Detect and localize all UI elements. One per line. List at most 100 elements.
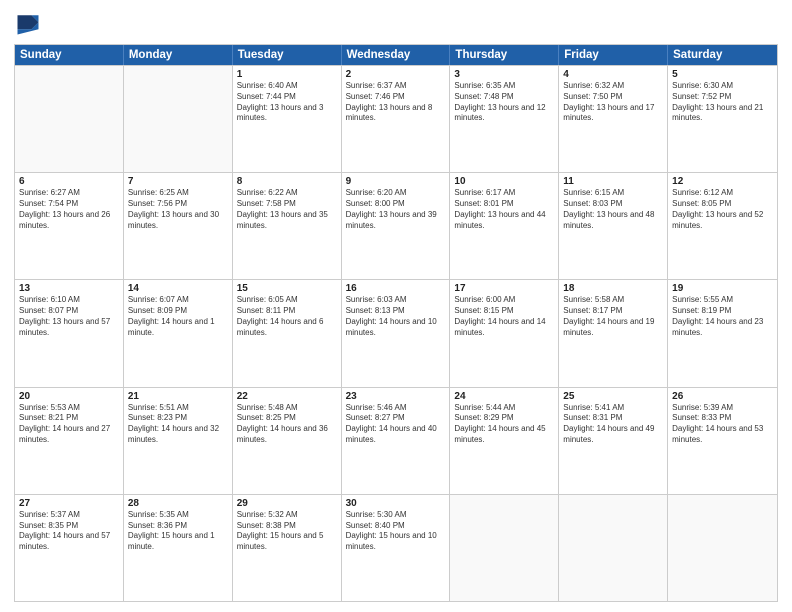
- day-info: Sunrise: 5:48 AMSunset: 8:25 PMDaylight:…: [237, 403, 337, 446]
- day-number: 12: [672, 176, 773, 187]
- day-number: 2: [346, 69, 446, 80]
- day-cell-4: 4Sunrise: 6:32 AMSunset: 7:50 PMDaylight…: [559, 66, 668, 172]
- empty-cell-4-4: [450, 495, 559, 601]
- logo-icon: [14, 10, 42, 38]
- day-info: Sunrise: 5:30 AMSunset: 8:40 PMDaylight:…: [346, 510, 446, 553]
- day-number: 28: [128, 498, 228, 509]
- day-number: 5: [672, 69, 773, 80]
- day-info: Sunrise: 6:15 AMSunset: 8:03 PMDaylight:…: [563, 188, 663, 231]
- day-info: Sunrise: 6:27 AMSunset: 7:54 PMDaylight:…: [19, 188, 119, 231]
- day-cell-2: 2Sunrise: 6:37 AMSunset: 7:46 PMDaylight…: [342, 66, 451, 172]
- day-number: 4: [563, 69, 663, 80]
- day-info: Sunrise: 6:35 AMSunset: 7:48 PMDaylight:…: [454, 81, 554, 124]
- day-cell-7: 7Sunrise: 6:25 AMSunset: 7:56 PMDaylight…: [124, 173, 233, 279]
- day-number: 6: [19, 176, 119, 187]
- day-number: 15: [237, 283, 337, 294]
- day-info: Sunrise: 6:32 AMSunset: 7:50 PMDaylight:…: [563, 81, 663, 124]
- day-info: Sunrise: 5:58 AMSunset: 8:17 PMDaylight:…: [563, 295, 663, 338]
- day-number: 1: [237, 69, 337, 80]
- day-number: 16: [346, 283, 446, 294]
- day-cell-5: 5Sunrise: 6:30 AMSunset: 7:52 PMDaylight…: [668, 66, 777, 172]
- header-day-sunday: Sunday: [15, 45, 124, 65]
- day-number: 11: [563, 176, 663, 187]
- day-number: 19: [672, 283, 773, 294]
- day-info: Sunrise: 5:39 AMSunset: 8:33 PMDaylight:…: [672, 403, 773, 446]
- day-number: 17: [454, 283, 554, 294]
- day-number: 18: [563, 283, 663, 294]
- day-info: Sunrise: 5:53 AMSunset: 8:21 PMDaylight:…: [19, 403, 119, 446]
- day-number: 7: [128, 176, 228, 187]
- day-info: Sunrise: 6:37 AMSunset: 7:46 PMDaylight:…: [346, 81, 446, 124]
- day-cell-3: 3Sunrise: 6:35 AMSunset: 7:48 PMDaylight…: [450, 66, 559, 172]
- calendar-header: SundayMondayTuesdayWednesdayThursdayFrid…: [15, 45, 777, 65]
- week-row-5: 27Sunrise: 5:37 AMSunset: 8:35 PMDayligh…: [15, 494, 777, 601]
- day-info: Sunrise: 5:46 AMSunset: 8:27 PMDaylight:…: [346, 403, 446, 446]
- day-number: 14: [128, 283, 228, 294]
- day-info: Sunrise: 6:12 AMSunset: 8:05 PMDaylight:…: [672, 188, 773, 231]
- header-day-monday: Monday: [124, 45, 233, 65]
- day-cell-13: 13Sunrise: 6:10 AMSunset: 8:07 PMDayligh…: [15, 280, 124, 386]
- empty-cell-0-0: [15, 66, 124, 172]
- day-cell-21: 21Sunrise: 5:51 AMSunset: 8:23 PMDayligh…: [124, 388, 233, 494]
- week-row-2: 6Sunrise: 6:27 AMSunset: 7:54 PMDaylight…: [15, 172, 777, 279]
- day-number: 23: [346, 391, 446, 402]
- day-info: Sunrise: 5:51 AMSunset: 8:23 PMDaylight:…: [128, 403, 228, 446]
- day-cell-11: 11Sunrise: 6:15 AMSunset: 8:03 PMDayligh…: [559, 173, 668, 279]
- empty-cell-4-6: [668, 495, 777, 601]
- logo: [14, 10, 44, 38]
- day-number: 3: [454, 69, 554, 80]
- day-info: Sunrise: 5:41 AMSunset: 8:31 PMDaylight:…: [563, 403, 663, 446]
- day-info: Sunrise: 6:20 AMSunset: 8:00 PMDaylight:…: [346, 188, 446, 231]
- empty-cell-4-5: [559, 495, 668, 601]
- calendar-body: 1Sunrise: 6:40 AMSunset: 7:44 PMDaylight…: [15, 65, 777, 601]
- day-number: 21: [128, 391, 228, 402]
- day-cell-17: 17Sunrise: 6:00 AMSunset: 8:15 PMDayligh…: [450, 280, 559, 386]
- day-cell-30: 30Sunrise: 5:30 AMSunset: 8:40 PMDayligh…: [342, 495, 451, 601]
- day-cell-16: 16Sunrise: 6:03 AMSunset: 8:13 PMDayligh…: [342, 280, 451, 386]
- header-day-tuesday: Tuesday: [233, 45, 342, 65]
- day-number: 8: [237, 176, 337, 187]
- day-info: Sunrise: 6:00 AMSunset: 8:15 PMDaylight:…: [454, 295, 554, 338]
- day-info: Sunrise: 6:03 AMSunset: 8:13 PMDaylight:…: [346, 295, 446, 338]
- day-cell-27: 27Sunrise: 5:37 AMSunset: 8:35 PMDayligh…: [15, 495, 124, 601]
- day-number: 30: [346, 498, 446, 509]
- header: [14, 10, 778, 38]
- day-cell-26: 26Sunrise: 5:39 AMSunset: 8:33 PMDayligh…: [668, 388, 777, 494]
- day-cell-19: 19Sunrise: 5:55 AMSunset: 8:19 PMDayligh…: [668, 280, 777, 386]
- day-number: 27: [19, 498, 119, 509]
- day-info: Sunrise: 6:40 AMSunset: 7:44 PMDaylight:…: [237, 81, 337, 124]
- header-day-saturday: Saturday: [668, 45, 777, 65]
- day-info: Sunrise: 6:10 AMSunset: 8:07 PMDaylight:…: [19, 295, 119, 338]
- day-info: Sunrise: 5:32 AMSunset: 8:38 PMDaylight:…: [237, 510, 337, 553]
- day-cell-22: 22Sunrise: 5:48 AMSunset: 8:25 PMDayligh…: [233, 388, 342, 494]
- day-info: Sunrise: 5:55 AMSunset: 8:19 PMDaylight:…: [672, 295, 773, 338]
- day-info: Sunrise: 6:25 AMSunset: 7:56 PMDaylight:…: [128, 188, 228, 231]
- day-number: 9: [346, 176, 446, 187]
- day-info: Sunrise: 6:17 AMSunset: 8:01 PMDaylight:…: [454, 188, 554, 231]
- day-info: Sunrise: 5:44 AMSunset: 8:29 PMDaylight:…: [454, 403, 554, 446]
- header-day-friday: Friday: [559, 45, 668, 65]
- week-row-3: 13Sunrise: 6:10 AMSunset: 8:07 PMDayligh…: [15, 279, 777, 386]
- empty-cell-0-1: [124, 66, 233, 172]
- day-number: 20: [19, 391, 119, 402]
- day-cell-20: 20Sunrise: 5:53 AMSunset: 8:21 PMDayligh…: [15, 388, 124, 494]
- day-info: Sunrise: 6:05 AMSunset: 8:11 PMDaylight:…: [237, 295, 337, 338]
- day-cell-15: 15Sunrise: 6:05 AMSunset: 8:11 PMDayligh…: [233, 280, 342, 386]
- day-cell-24: 24Sunrise: 5:44 AMSunset: 8:29 PMDayligh…: [450, 388, 559, 494]
- day-cell-1: 1Sunrise: 6:40 AMSunset: 7:44 PMDaylight…: [233, 66, 342, 172]
- day-cell-9: 9Sunrise: 6:20 AMSunset: 8:00 PMDaylight…: [342, 173, 451, 279]
- day-cell-28: 28Sunrise: 5:35 AMSunset: 8:36 PMDayligh…: [124, 495, 233, 601]
- day-cell-23: 23Sunrise: 5:46 AMSunset: 8:27 PMDayligh…: [342, 388, 451, 494]
- day-cell-25: 25Sunrise: 5:41 AMSunset: 8:31 PMDayligh…: [559, 388, 668, 494]
- calendar: SundayMondayTuesdayWednesdayThursdayFrid…: [14, 44, 778, 602]
- day-info: Sunrise: 6:30 AMSunset: 7:52 PMDaylight:…: [672, 81, 773, 124]
- day-cell-6: 6Sunrise: 6:27 AMSunset: 7:54 PMDaylight…: [15, 173, 124, 279]
- day-info: Sunrise: 5:37 AMSunset: 8:35 PMDaylight:…: [19, 510, 119, 553]
- day-cell-14: 14Sunrise: 6:07 AMSunset: 8:09 PMDayligh…: [124, 280, 233, 386]
- day-number: 25: [563, 391, 663, 402]
- day-number: 22: [237, 391, 337, 402]
- week-row-4: 20Sunrise: 5:53 AMSunset: 8:21 PMDayligh…: [15, 387, 777, 494]
- day-number: 24: [454, 391, 554, 402]
- day-cell-8: 8Sunrise: 6:22 AMSunset: 7:58 PMDaylight…: [233, 173, 342, 279]
- day-info: Sunrise: 6:22 AMSunset: 7:58 PMDaylight:…: [237, 188, 337, 231]
